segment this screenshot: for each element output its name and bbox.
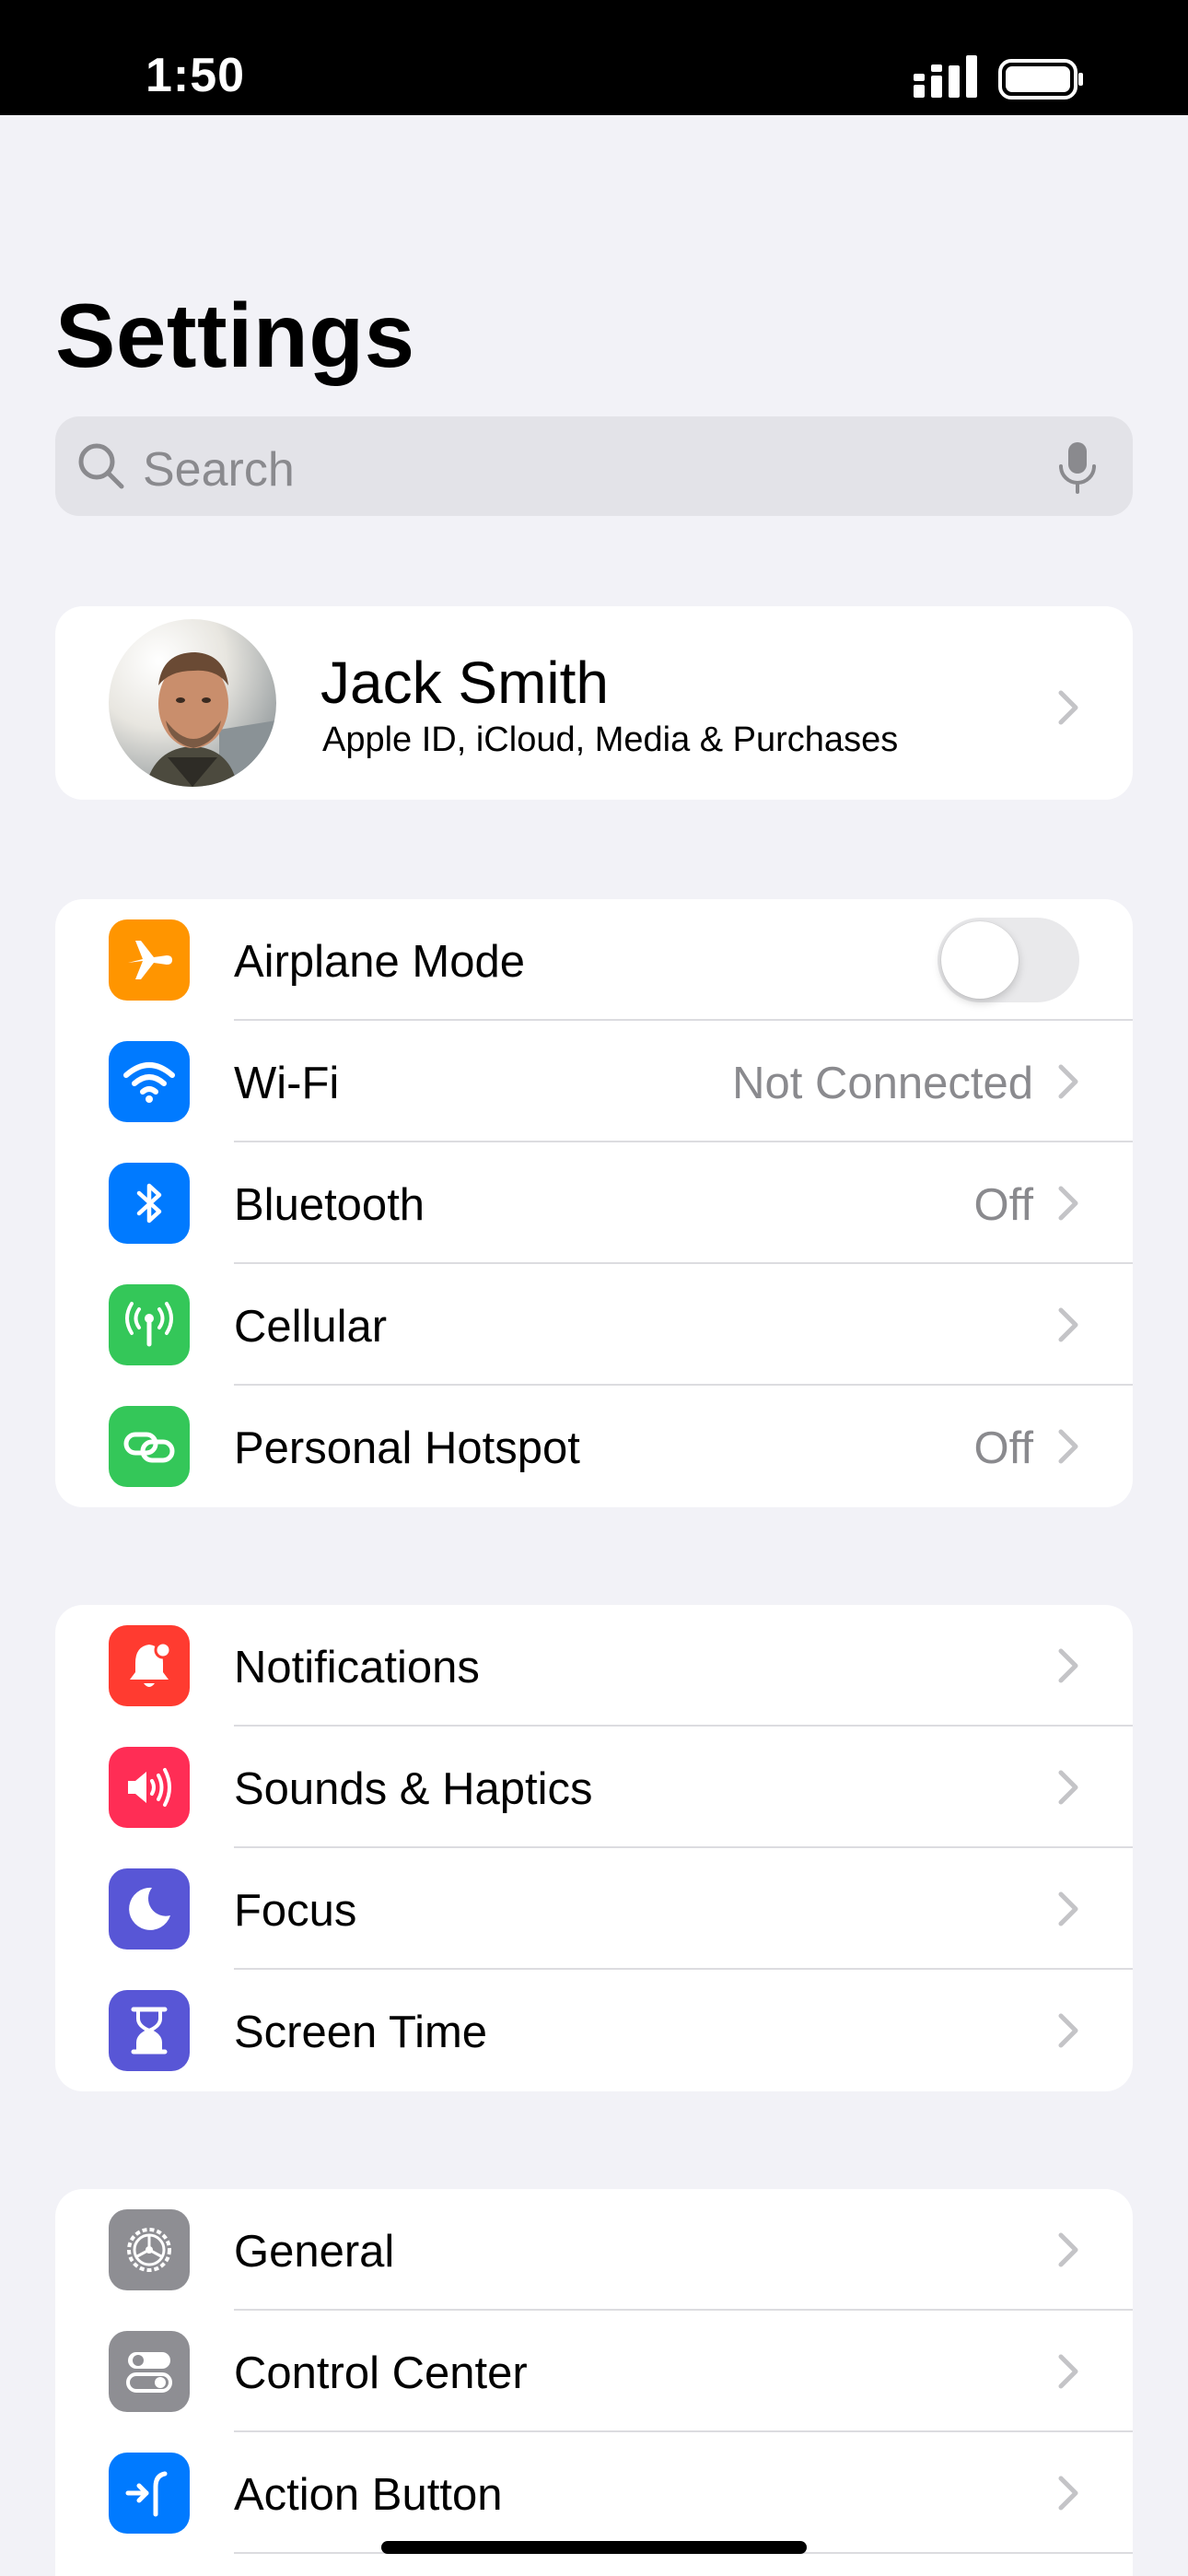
battery-icon — [998, 59, 1083, 100]
hotspot-link-icon — [109, 1406, 190, 1487]
microphone-icon[interactable] — [1055, 440, 1100, 496]
cellular-signal-icon — [914, 55, 977, 98]
row-label: Screen Time — [234, 2008, 488, 2057]
row-label: Airplane Mode — [234, 937, 525, 987]
settings-row-sounds-haptics[interactable]: Sounds & Haptics — [55, 1727, 1133, 1848]
search-input[interactable]: Search — [143, 442, 295, 498]
row-label: Sounds & Haptics — [234, 1764, 593, 1814]
profile-name: Jack Smith — [320, 650, 609, 716]
antenna-icon — [109, 1284, 190, 1365]
status-bar: 1:50 — [0, 0, 1188, 115]
chevron-right-icon — [1057, 1769, 1079, 1806]
row-label: Personal Hotspot — [234, 1423, 580, 1473]
settings-row-cellular[interactable]: Cellular — [55, 1264, 1133, 1386]
settings-row-control-center[interactable]: Control Center — [55, 2311, 1133, 2432]
airplane-icon — [109, 919, 190, 1001]
connectivity-group: Airplane Mode Wi-Fi Not Connected Blueto… — [55, 899, 1133, 1507]
notifications-group: Notifications Sounds & Haptics Focus Scr… — [55, 1605, 1133, 2091]
settings-row-action-button[interactable]: Action Button — [55, 2432, 1133, 2554]
settings-row-focus[interactable]: Focus — [55, 1848, 1133, 1970]
hourglass-icon — [109, 1990, 190, 2071]
row-label: Focus — [234, 1886, 357, 1936]
bell-icon — [109, 1625, 190, 1706]
settings-row-notifications[interactable]: Notifications — [55, 1605, 1133, 1727]
chevron-right-icon — [1057, 1647, 1079, 1684]
page-title: Settings — [55, 285, 415, 386]
settings-row-airplane-mode[interactable]: Airplane Mode — [55, 899, 1133, 1021]
apple-id-row[interactable]: Jack Smith Apple ID, iCloud, Media & Pur… — [55, 606, 1133, 800]
bluetooth-icon — [109, 1163, 190, 1244]
settings-row-personal-hotspot[interactable]: Personal Hotspot Off — [55, 1386, 1133, 1507]
chevron-right-icon — [1057, 1185, 1079, 1222]
search-icon — [78, 443, 124, 489]
profile-subtitle: Apple ID, iCloud, Media & Purchases — [322, 720, 899, 759]
row-label: Bluetooth — [234, 1180, 425, 1230]
chevron-right-icon — [1057, 2012, 1079, 2049]
chevron-right-icon — [1057, 689, 1079, 726]
row-value: Off — [973, 1423, 1033, 1473]
chevron-right-icon — [1057, 2475, 1079, 2512]
moon-icon — [109, 1868, 190, 1950]
home-indicator[interactable] — [381, 2541, 807, 2554]
chevron-right-icon — [1057, 2353, 1079, 2390]
row-label: General — [234, 2227, 395, 2277]
row-label: Notifications — [234, 1643, 480, 1692]
chevron-right-icon — [1057, 1891, 1079, 1927]
settings-row-bluetooth[interactable]: Bluetooth Off — [55, 1142, 1133, 1264]
row-value: Not Connected — [732, 1059, 1033, 1108]
row-label: Control Center — [234, 2348, 528, 2398]
row-label: Wi-Fi — [234, 1059, 340, 1108]
row-value: Off — [973, 1180, 1033, 1230]
gear-icon — [109, 2209, 190, 2290]
chevron-right-icon — [1057, 1063, 1079, 1100]
action-button-icon — [109, 2453, 190, 2534]
wifi-icon — [109, 1041, 190, 1122]
settings-row-screen-time[interactable]: Screen Time — [55, 1970, 1133, 2091]
settings-row-general[interactable]: General — [55, 2189, 1133, 2311]
general-group: General Control Center Action Button — [55, 2189, 1133, 2576]
row-label: Action Button — [234, 2470, 503, 2520]
status-time: 1:50 — [146, 49, 246, 102]
airplane-mode-toggle[interactable] — [938, 918, 1079, 1002]
speaker-icon — [109, 1747, 190, 1828]
settings-row-wifi[interactable]: Wi-Fi Not Connected — [55, 1021, 1133, 1142]
chevron-right-icon — [1057, 2231, 1079, 2268]
search-bar[interactable]: Search — [55, 416, 1133, 516]
row-label: Cellular — [234, 1302, 388, 1352]
switches-icon — [109, 2331, 190, 2412]
toggle-knob — [941, 921, 1019, 999]
chevron-right-icon — [1057, 1306, 1079, 1343]
chevron-right-icon — [1057, 1428, 1079, 1465]
avatar — [109, 619, 276, 787]
